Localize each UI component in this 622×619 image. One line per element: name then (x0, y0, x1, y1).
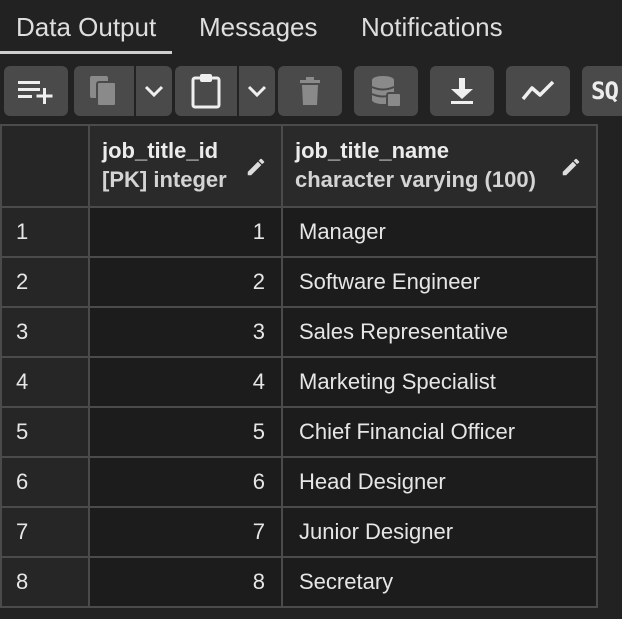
table-row[interactable]: 4 4 Marketing Specialist (0, 356, 598, 408)
copy-options-dropdown[interactable] (136, 66, 172, 116)
column-header-job-title-name[interactable]: job_title_name character varying (100) (281, 124, 598, 208)
results-tab-bar: Data Output Messages Notifications (0, 0, 622, 56)
copy-button[interactable] (74, 66, 134, 116)
cell-job-title-id[interactable]: 1 (88, 206, 283, 258)
chevron-down-icon (247, 85, 267, 98)
sql-button[interactable]: SQ (582, 66, 622, 116)
data-output-toolbar: SQ (0, 58, 622, 124)
row-number[interactable]: 7 (0, 506, 90, 558)
table-row[interactable]: 2 2 Software Engineer (0, 256, 598, 308)
paste-button[interactable] (175, 66, 237, 116)
edit-pencil-icon[interactable] (560, 156, 582, 178)
table-row[interactable]: 6 6 Head Designer (0, 456, 598, 508)
row-number[interactable]: 6 (0, 456, 90, 508)
chevron-down-icon (144, 85, 164, 98)
copy-icon (90, 76, 117, 107)
clipboard-icon (191, 74, 221, 109)
trash-icon (300, 77, 320, 105)
column-name: job_title_name (295, 138, 450, 163)
row-number[interactable]: 3 (0, 306, 90, 358)
sql-button-label: SQ (591, 77, 619, 105)
row-number-header[interactable] (0, 124, 90, 208)
add-row-icon (18, 81, 53, 104)
table-row[interactable]: 8 8 Secretary (0, 556, 598, 608)
tab-notifications[interactable]: Notifications (345, 0, 519, 54)
cell-job-title-id[interactable]: 6 (88, 456, 283, 508)
tab-data-output[interactable]: Data Output (0, 0, 173, 54)
row-number[interactable]: 8 (0, 556, 90, 608)
add-row-button[interactable] (4, 66, 68, 116)
database-save-icon (371, 76, 402, 108)
cell-job-title-id[interactable]: 4 (88, 356, 283, 408)
delete-row-button[interactable] (278, 66, 342, 116)
data-output-grid: job_title_id [PK] integer job_title_name… (0, 124, 622, 619)
row-number[interactable]: 2 (0, 256, 90, 308)
cell-job-title-id[interactable]: 5 (88, 406, 283, 458)
cell-job-title-id[interactable]: 8 (88, 556, 283, 608)
table-header-row: job_title_id [PK] integer job_title_name… (0, 124, 598, 208)
save-data-changes-button[interactable] (354, 66, 418, 116)
download-button[interactable] (430, 66, 494, 116)
cell-job-title-name[interactable]: Junior Designer (281, 506, 598, 558)
download-icon (451, 78, 473, 104)
cell-job-title-name[interactable]: Marketing Specialist (281, 356, 598, 408)
result-table: job_title_id [PK] integer job_title_name… (0, 124, 598, 608)
cell-job-title-name[interactable]: Chief Financial Officer (281, 406, 598, 458)
paste-options-dropdown[interactable] (239, 66, 275, 116)
cell-job-title-name[interactable]: Manager (281, 206, 598, 258)
cell-job-title-name[interactable]: Software Engineer (281, 256, 598, 308)
cell-job-title-name[interactable]: Head Designer (281, 456, 598, 508)
table-row[interactable]: 3 3 Sales Representative (0, 306, 598, 358)
edit-pencil-icon[interactable] (245, 156, 267, 178)
cell-job-title-id[interactable]: 7 (88, 506, 283, 558)
cell-job-title-id[interactable]: 3 (88, 306, 283, 358)
row-number[interactable]: 5 (0, 406, 90, 458)
tab-messages[interactable]: Messages (183, 0, 334, 54)
column-header-job-title-id[interactable]: job_title_id [PK] integer (88, 124, 283, 208)
cell-job-title-name[interactable]: Sales Representative (281, 306, 598, 358)
row-number[interactable]: 1 (0, 206, 90, 258)
column-type: character varying (100) (295, 167, 536, 192)
table-row[interactable]: 1 1 Manager (0, 206, 598, 258)
table-row[interactable]: 5 5 Chief Financial Officer (0, 406, 598, 458)
cell-job-title-id[interactable]: 2 (88, 256, 283, 308)
table-row[interactable]: 7 7 Junior Designer (0, 506, 598, 558)
row-number[interactable]: 4 (0, 356, 90, 408)
line-chart-icon (521, 80, 555, 101)
cell-job-title-name[interactable]: Secretary (281, 556, 598, 608)
graph-visualiser-button[interactable] (506, 66, 570, 116)
